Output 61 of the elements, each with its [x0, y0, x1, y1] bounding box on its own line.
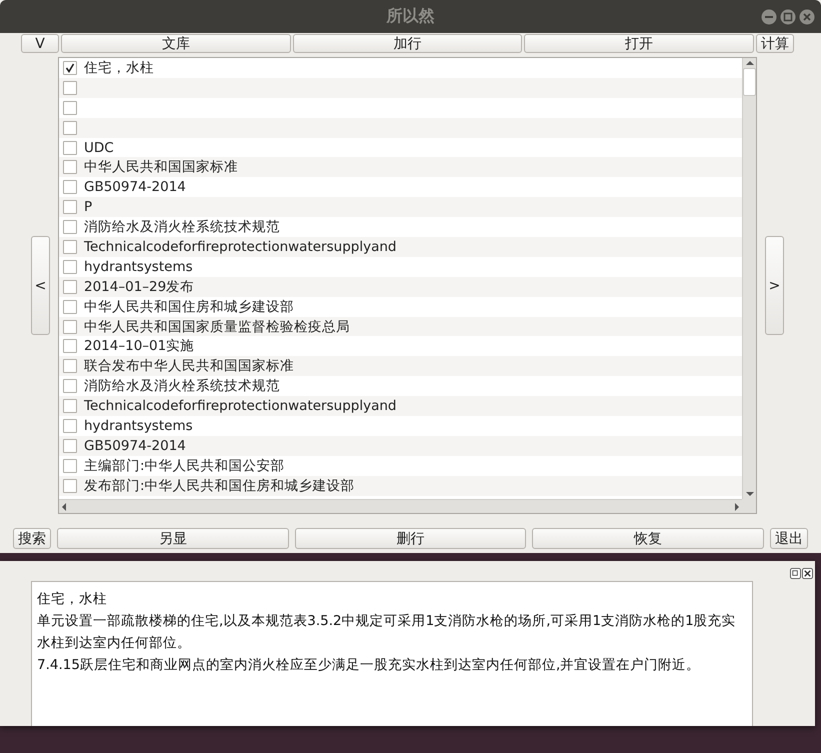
- list-item-text[interactable]: 消防给水及消火栓系统技术规范: [84, 377, 280, 396]
- checkbox[interactable]: [63, 379, 77, 394]
- checkbox[interactable]: [63, 280, 77, 294]
- checkbox[interactable]: [63, 240, 77, 254]
- close-icon[interactable]: [802, 568, 813, 579]
- action-button[interactable]: 另显: [57, 528, 289, 549]
- paragraph: 单元设置一部疏散楼梯的住宅,以及本规范表3.5.2中规定可采用1支消防水枪的场所,可采用1支消防水枪的1股充实水柱到达室内任何部位。: [37, 612, 737, 653]
- checkbox[interactable]: [63, 120, 77, 135]
- paragraph: 7.4.15跃层住宅和商业网点的室内消火栓应至少满足一股充实水柱到达室内任何部位,并宜设置在户门附近。: [37, 656, 702, 675]
- action-button[interactable]: 删行: [294, 528, 526, 549]
- action-button[interactable]: 退出: [770, 528, 808, 549]
- minimize-icon[interactable]: [761, 9, 777, 25]
- checkbox[interactable]: [63, 140, 77, 154]
- list-item-text[interactable]: 2014–01–29发布: [84, 278, 194, 296]
- text-area[interactable]: 住宅，水柱 单元设置一部疏散楼梯的住宅,以及本规范表3.5.2中规定可采用1支消防水枪的场所,可采用1支消防水枪的1股充实水柱到达室内任何部位。 7.4.15跃层住宅和商业网点的室内消火栓应至少满足一股充实水柱到达室内任何部位,并宜设置在户门附近。: [31, 581, 753, 726]
- toolbar-button[interactable]: 打开: [524, 34, 754, 53]
- checkbox[interactable]: [63, 458, 77, 473]
- toolbar-button[interactable]: 文库: [61, 34, 291, 53]
- list-item-text[interactable]: GB50974-2014: [84, 179, 186, 196]
- checkbox[interactable]: [63, 320, 77, 334]
- list-item-text[interactable]: UDC: [84, 140, 114, 156]
- list-item-text[interactable]: 住宅，水柱: [84, 58, 154, 77]
- scroll-right-icon[interactable]: [732, 502, 742, 512]
- list-item-text[interactable]: GB50974-2014: [84, 438, 186, 454]
- checkbox[interactable]: [63, 200, 77, 214]
- toolbar-button[interactable]: 加行: [292, 34, 522, 53]
- window-title: 所以然: [386, 6, 434, 27]
- checkbox[interactable]: [63, 260, 77, 274]
- list-item-text[interactable]: hydrantsystems: [84, 258, 193, 275]
- scroll-down-icon[interactable]: [744, 489, 754, 499]
- list-item-text[interactable]: 2014–10–01实施: [84, 337, 194, 356]
- checkbox[interactable]: [63, 180, 77, 194]
- paragraph: 住宅，水柱: [37, 590, 108, 609]
- horizontal-scrollbar[interactable]: [59, 499, 742, 513]
- checkbox[interactable]: [63, 80, 77, 95]
- list-item-text[interactable]: 主编部门:中华人民共和国公安部: [84, 456, 285, 475]
- checkbox[interactable]: [63, 300, 77, 314]
- float-icon[interactable]: [790, 568, 801, 579]
- toolbar-button[interactable]: V: [21, 34, 59, 53]
- checkbox[interactable]: [63, 418, 77, 433]
- checkbox[interactable]: [63, 100, 77, 115]
- checkbox[interactable]: [63, 60, 77, 75]
- checkbox[interactable]: [63, 478, 77, 493]
- checkbox[interactable]: [63, 160, 77, 174]
- previous-button[interactable]: <: [31, 236, 50, 335]
- list-item-text[interactable]: hydrantsystems: [84, 418, 193, 434]
- toolbar-button[interactable]: 计算: [756, 34, 794, 53]
- list-item-text[interactable]: P: [84, 199, 92, 216]
- scrollbar-thumb[interactable]: [743, 68, 756, 96]
- list-item-text[interactable]: 中华人民共和国住房和城乡建设部: [84, 298, 294, 316]
- checkbox[interactable]: [63, 339, 77, 354]
- checkbox[interactable]: [63, 359, 77, 374]
- checkbox[interactable]: [63, 438, 77, 453]
- checkbox[interactable]: [63, 399, 77, 414]
- vertical-scrollbar[interactable]: [742, 58, 756, 499]
- action-button[interactable]: 恢复: [532, 528, 764, 549]
- next-button[interactable]: >: [765, 236, 784, 335]
- list-item-text[interactable]: 消防给水及消火栓系统技术规范: [84, 218, 280, 236]
- action-button[interactable]: 搜索: [13, 528, 51, 549]
- checkbox[interactable]: [63, 220, 77, 234]
- maximize-icon[interactable]: [780, 9, 796, 25]
